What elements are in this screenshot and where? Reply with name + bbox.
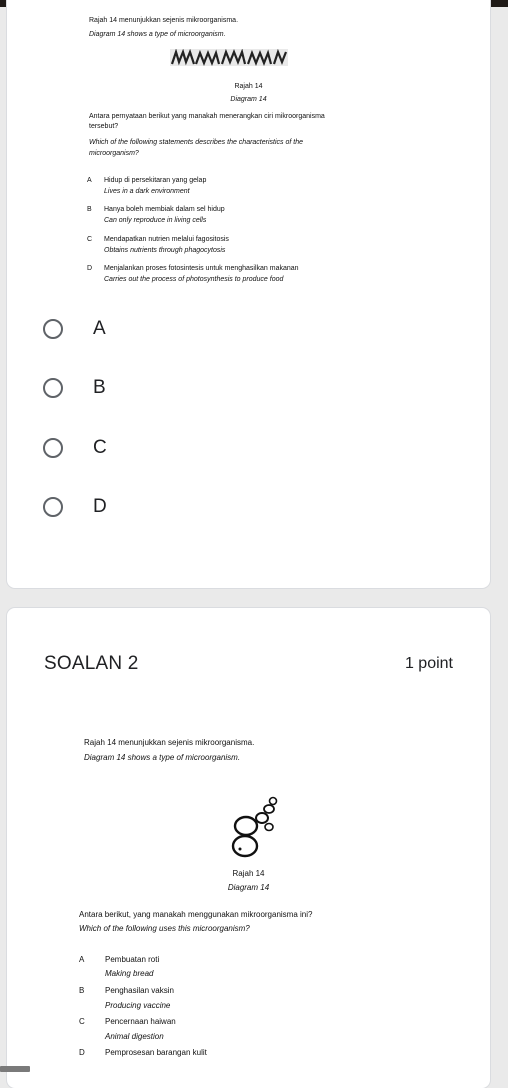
q1-caption-en: Diagram 14 bbox=[230, 96, 267, 103]
microorganism-strip-image bbox=[170, 49, 288, 66]
q1-choice-letter: C bbox=[87, 236, 93, 243]
q2-intro-en: Diagram 14 shows a type of microorganism… bbox=[84, 753, 241, 762]
option-label: A bbox=[93, 318, 106, 339]
q2-intro-ms: Rajah 14 menunjukkan sejenis mikroorgani… bbox=[84, 738, 255, 747]
q2-choice-letter: C bbox=[79, 1017, 85, 1026]
q1-stem-ms-2: tersebut? bbox=[89, 123, 119, 130]
q1-choice-en: Lives in a dark environment bbox=[104, 188, 190, 195]
option-label: B bbox=[93, 377, 106, 398]
bottom-edge-tab bbox=[0, 1066, 30, 1072]
q2-choice-ms: Penghasilan vaksin bbox=[105, 986, 174, 995]
q1-choice-letter: D bbox=[87, 265, 93, 272]
q1-caption-ms: Rajah 14 bbox=[234, 83, 263, 90]
q1-choice-ms: Hanya boleh membiak dalam sel hidup bbox=[104, 206, 225, 213]
q2-choice-letter: D bbox=[79, 1048, 85, 1057]
q1-intro-ms: Rajah 14 menunjukkan sejenis mikroorgani… bbox=[89, 17, 239, 24]
option-b[interactable]: B bbox=[43, 373, 343, 403]
q1-stem-ms-1: Antara pernyataan berikut yang manakah m… bbox=[89, 113, 325, 120]
q2-choice-ms: Pembuatan roti bbox=[105, 955, 160, 964]
yeast-cell-image bbox=[231, 796, 278, 858]
q2-choice-en: Animal digestion bbox=[105, 1032, 164, 1041]
q2-caption-ms: Rajah 14 bbox=[232, 869, 265, 878]
q1-choice-en: Can only reproduce in living cells bbox=[104, 217, 207, 224]
q1-choice-en: Carries out the process of photosynthesi… bbox=[104, 276, 284, 283]
question-1-image: Rajah 14 menunjukkan sejenis mikroorgani… bbox=[7, 10, 490, 283]
q2-choice-en: Producing vaccine bbox=[105, 1001, 171, 1010]
q1-choice-en: Obtains nutrients through phagocytosis bbox=[104, 247, 226, 254]
radio-circle-icon[interactable] bbox=[43, 319, 63, 339]
q2-stem-ms: Antara berikut, yang manakah menggunakan… bbox=[79, 910, 313, 919]
q2-choice-letter: A bbox=[79, 955, 85, 964]
q2-choice-ms: Pencernaan haiwan bbox=[105, 1017, 176, 1026]
q1-intro-en: Diagram 14 shows a type of microorganism… bbox=[89, 31, 226, 38]
radio-circle-icon[interactable] bbox=[43, 378, 63, 398]
q1-choice-ms: Hidup di persekitaran yang gelap bbox=[104, 177, 207, 184]
q1-stem-en-1: Which of the following statements descri… bbox=[89, 139, 303, 146]
q1-choice-ms: Mendapatkan nutrien melalui fagositosis bbox=[104, 236, 229, 243]
question-title: SOALAN 2 bbox=[44, 653, 139, 674]
q1-choice-letter: A bbox=[87, 177, 92, 184]
q2-choice-ms: Pemprosesan barangan kulit bbox=[105, 1048, 207, 1057]
q2-caption-en: Diagram 14 bbox=[227, 883, 270, 892]
option-a[interactable]: A bbox=[43, 314, 343, 344]
question-2-image: Rajah 14 menunjukkan sejenis mikroorgani… bbox=[7, 738, 490, 1078]
radio-circle-icon[interactable] bbox=[43, 438, 63, 458]
q1-stem-en-2: microorganism? bbox=[89, 150, 139, 157]
q2-stem-en: Which of the following uses this microor… bbox=[79, 924, 250, 933]
q1-choice-letter: B bbox=[87, 206, 92, 213]
q1-choice-ms: Menjalankan proses fotosintesis untuk me… bbox=[104, 265, 299, 272]
option-d[interactable]: D bbox=[43, 492, 343, 522]
question-card-2: SOALAN 2 1 point Rajah 14 menunjukkan se… bbox=[7, 608, 490, 1088]
q2-choice-en: Making bread bbox=[105, 969, 154, 978]
question-points: 1 point bbox=[404, 655, 453, 672]
q2-choice-letter: B bbox=[79, 986, 85, 995]
option-label: C bbox=[93, 437, 107, 458]
question-card-1: Rajah 14 menunjukkan sejenis mikroorgani… bbox=[7, 0, 490, 588]
radio-circle-icon[interactable] bbox=[43, 497, 63, 517]
option-c[interactable]: C bbox=[43, 433, 343, 463]
option-label: D bbox=[93, 496, 107, 517]
